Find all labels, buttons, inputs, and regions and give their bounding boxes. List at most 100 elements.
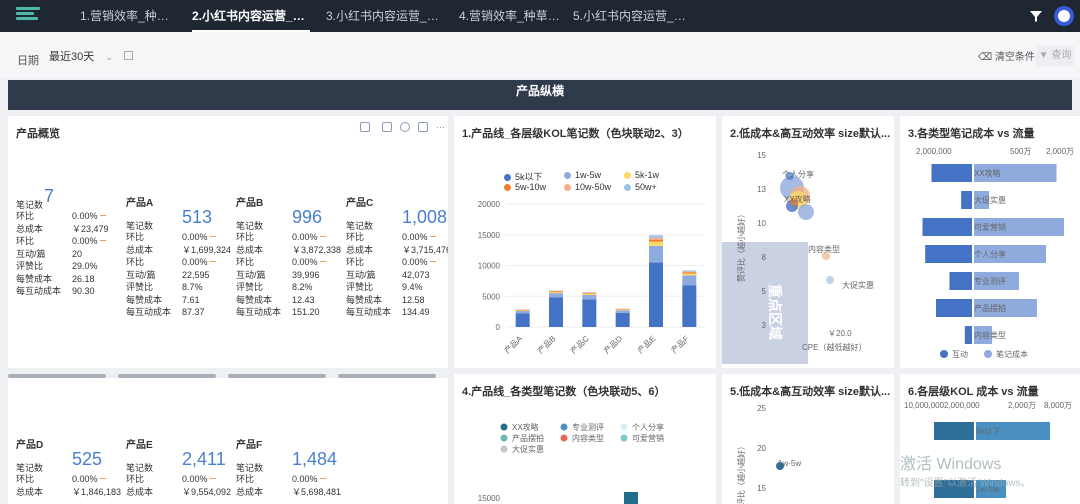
y-tick-label: 20 <box>757 444 766 453</box>
bar-segment <box>649 237 663 240</box>
kpi-value: 1,008 <box>402 207 448 227</box>
calendar-icon[interactable] <box>124 51 133 60</box>
query-button[interactable]: ▼ 查询 <box>1036 46 1074 66</box>
category-label: 专业测评 <box>974 276 1006 286</box>
trend-dash-icon <box>100 478 106 479</box>
metric-value: 39,996 <box>292 269 320 280</box>
point-label: 1w-5w <box>778 459 801 468</box>
date-label: 日期 <box>17 55 39 67</box>
metric-label: 互动/篇 <box>16 248 46 259</box>
bar-left <box>925 245 972 263</box>
info-icon[interactable] <box>400 122 410 132</box>
metric-value: ￥3,715,476 <box>402 244 448 255</box>
bar-segment <box>682 273 697 276</box>
trend-dash-icon <box>430 236 436 237</box>
metric-label: 互动/篇 <box>126 269 156 280</box>
metric-row: 环比 0.00% <box>16 210 121 223</box>
axis-tick-label: 2,000万 <box>1008 401 1036 410</box>
axis-tick-label: 2,000,000 <box>916 147 952 156</box>
metric-label: 每赞成本 <box>346 294 383 305</box>
bubble <box>798 204 814 220</box>
expand-icon[interactable] <box>382 122 392 132</box>
category-label: 可爱营销 <box>974 222 1006 232</box>
metric-label: 每互动成本 <box>236 307 282 317</box>
category-label: XX攻略 <box>974 168 1001 178</box>
category-label: 5k以下 <box>976 427 1000 436</box>
bar-segment <box>649 245 663 263</box>
metric-value: 8.2% <box>292 282 313 292</box>
windows-activation-watermark: 激活 Windows 转到"设置"以激活 Windows。 <box>900 456 1031 489</box>
axis-tick-label: 8,000万 <box>1044 401 1072 410</box>
tab-4[interactable]: 4.营销效率_种草投流 <box>459 0 561 32</box>
metric-value: 20 <box>72 248 83 259</box>
avatar[interactable] <box>1054 6 1074 26</box>
product-d-kpi: 产品D 笔记数 525 环比 0.00% 总成本 ￥1,846,183 <box>16 436 121 498</box>
metric-row: 每互动成本 134.49 <box>346 306 448 319</box>
y-tick-label: 15 <box>757 151 766 160</box>
link-icon[interactable] <box>360 122 370 132</box>
metric-value: 42,073 <box>402 269 430 280</box>
metric-value: 0.00% <box>182 474 208 484</box>
trend-dash-icon <box>100 240 106 241</box>
bar-left <box>964 326 972 344</box>
chart-2-panel: 2.低成本&高互动效率 size默认... 重点区域 15 13 10 8 5 3 赞评比（越… <box>722 116 894 368</box>
y-tick-label: 5000 <box>482 292 500 301</box>
metric-row: 互动/篇 39,996 <box>236 269 341 282</box>
product-name: 产品A <box>126 198 154 209</box>
scatter-point <box>826 276 834 284</box>
tab-1[interactable]: 1.营销效率_种草总览 <box>80 0 180 32</box>
trend-dash-icon <box>210 236 216 237</box>
metric-label: 环比 <box>126 232 145 242</box>
bar-segment <box>549 291 563 293</box>
x-axis-label: CPE（越低越好） <box>802 342 866 352</box>
y-tick-label: 8 <box>762 253 767 262</box>
kpi-value: 996 <box>292 207 323 227</box>
metric-row: 环比 0.00% <box>126 256 231 269</box>
table-icon[interactable] <box>418 122 428 132</box>
tab-2[interactable]: 2.小红书内容运营_品... <box>192 0 310 32</box>
kpi-value: 525 <box>72 449 103 469</box>
metric-label: 评赞比 <box>346 282 374 292</box>
kpi-value: 513 <box>182 207 213 227</box>
metric-row: 总成本 ￥9,554,092 <box>126 486 231 499</box>
chart-4-panel: 4.产品线_各类型笔记数（色块联动5、6） XX攻略 专业测评 个人分享 产品摆拍 内容… <box>454 374 716 504</box>
clear-conditions-button[interactable]: ⌫ 清空条件 <box>978 48 1035 63</box>
bar-segment <box>682 271 697 273</box>
trend-dash-icon <box>320 261 326 262</box>
metric-value: ￥1,699,324 <box>182 244 232 255</box>
metric-row: 评赞比 8.7% <box>126 281 231 294</box>
metric-row: 总成本 ￥1,846,183 <box>16 486 121 499</box>
app-logo-icon[interactable] <box>16 7 40 25</box>
metric-label: 每互动成本 <box>126 307 172 317</box>
efficiency-scatter-chart: 重点区域 15 13 10 8 5 3 赞评比（越小越好） CPE（越低越好） ￥20.0 个人分享… <box>722 151 874 364</box>
product-name: 产品C <box>346 198 374 209</box>
legend-dot-icon <box>500 445 508 453</box>
metric-label: 环比 <box>236 232 255 242</box>
more-icon[interactable]: ⋯ <box>436 122 446 132</box>
tab-5[interactable]: 5.小红书内容运营_爆文... <box>573 0 691 32</box>
metric-label: 环比 <box>126 257 145 267</box>
y-tick-label: 3 <box>762 321 767 330</box>
metric-row: 环比 0.00% <box>236 256 341 269</box>
panel-title: 产品概览 <box>16 128 60 140</box>
filter-icon[interactable] <box>1028 8 1044 24</box>
bar-left <box>922 218 972 236</box>
metric-value: 151.20 <box>292 307 320 317</box>
bar-segment <box>515 310 530 312</box>
metric-label: 每赞成本 <box>126 294 163 305</box>
cost-traffic-bar-chart: 2,000,000 500万 2,000万 XX攻略大促实惠可爱营销个人分享专业测评产… <box>916 147 1074 359</box>
x-tick-label: 产品E <box>635 333 657 355</box>
metric-row: 总成本 ￥1,699,324 <box>126 244 231 257</box>
date-range-select[interactable]: 最近30天 ⌄ <box>45 47 117 67</box>
bar-segment <box>649 235 663 238</box>
tab-3[interactable]: 3.小红书内容运营_内容... <box>326 0 444 32</box>
metric-value: 0.00% <box>182 232 208 242</box>
metric-label: 总成本 <box>346 244 374 255</box>
product-a-kpi: 产品A 笔记数 513 环比 0.00% 总成本 ￥1,699,324 环比 0.00% 互动… <box>126 194 231 319</box>
metric-row: 评赞比 9.4% <box>346 281 448 294</box>
metric-row: 环比 0.00% <box>236 231 341 244</box>
y-tick-label: 15000 <box>478 494 501 503</box>
legend-label: 内容类型 <box>572 433 604 443</box>
bar-segment <box>549 290 563 292</box>
x-tick-label: 产品B <box>535 333 557 355</box>
